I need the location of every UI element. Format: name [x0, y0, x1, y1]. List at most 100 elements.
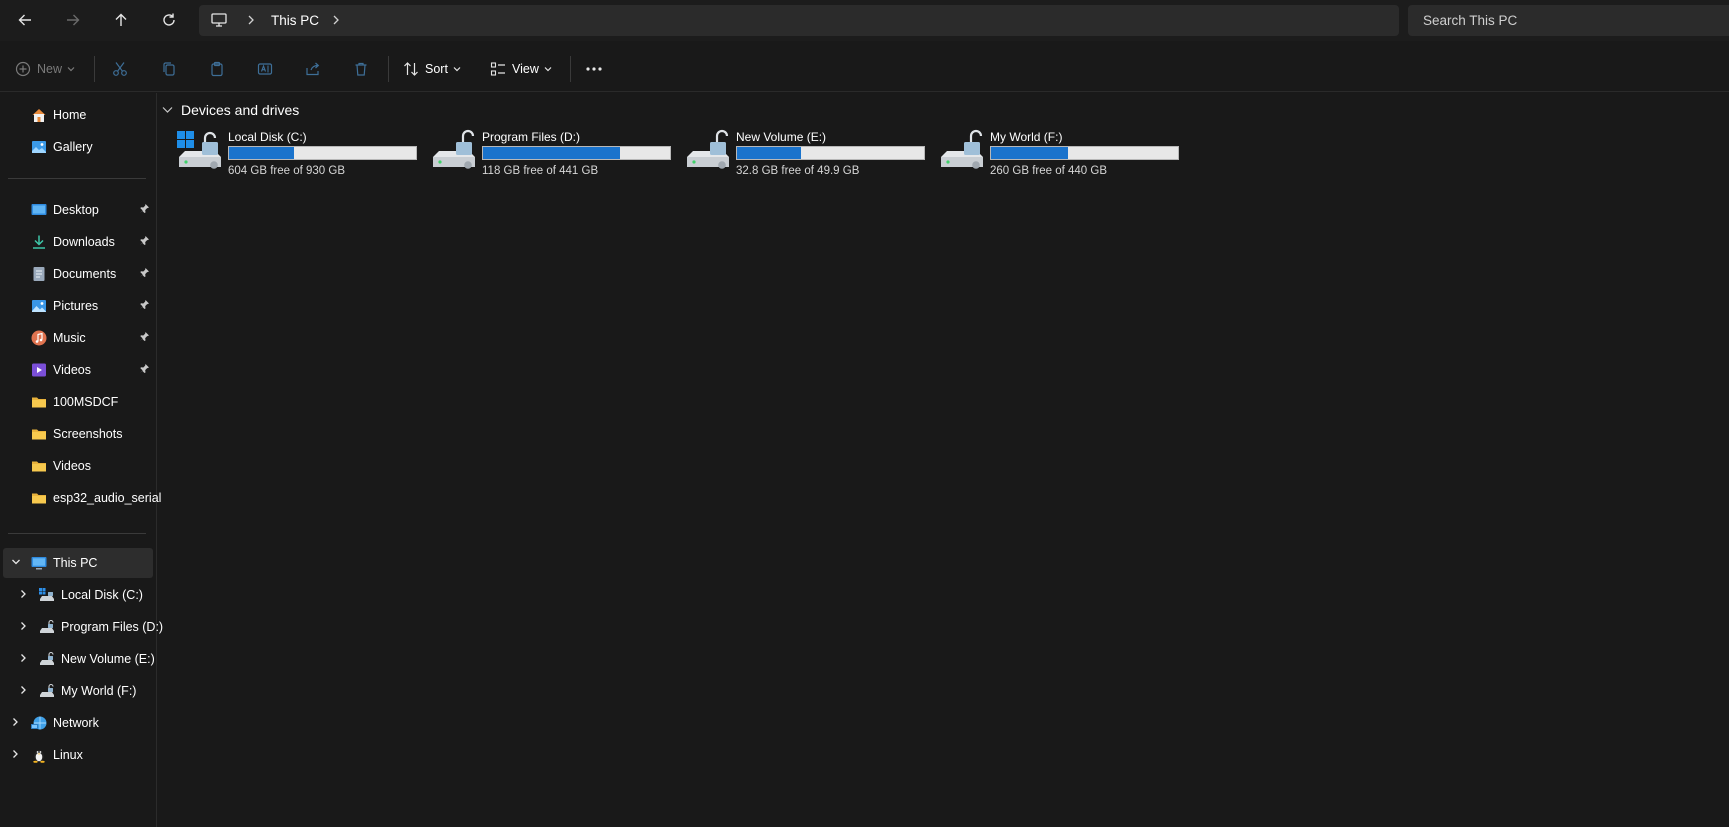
refresh-button[interactable] [154, 5, 184, 35]
sidebar-item-linux[interactable]: Linux [0, 740, 153, 770]
drive-tile-f[interactable]: My World (F:) 260 GB free of 440 GB [939, 127, 1189, 177]
chevron-down-icon[interactable] [11, 557, 21, 567]
drive-usage-bar [482, 146, 671, 160]
pin-icon[interactable] [139, 363, 150, 374]
sidebar-label: Documents [53, 267, 117, 281]
sidebar-label: Home [53, 108, 87, 122]
drive-usage-bar [990, 146, 1179, 160]
sidebar-item-desktop[interactable]: Desktop [0, 195, 153, 225]
sidebar-label: Network [53, 716, 99, 730]
sidebar-item-home[interactable]: Home [0, 100, 153, 130]
gallery-icon [32, 141, 46, 153]
chevron-right-icon [248, 15, 254, 25]
trash-icon [355, 62, 367, 76]
chevron-down-icon [162, 107, 173, 113]
drive-icon [40, 651, 54, 665]
locked-drive-icon [941, 129, 983, 169]
sidebar-label: This PC [53, 556, 98, 570]
section-header-devices[interactable]: Devices and drives [162, 102, 299, 118]
forward-button[interactable] [58, 5, 88, 35]
clipboard-icon [211, 61, 223, 77]
sort-label: Sort [425, 62, 448, 76]
sidebar-label: 100MSDCF [53, 395, 119, 409]
sidebar-item-folder[interactable]: 100MSDCF [0, 387, 153, 417]
rename-icon [257, 63, 273, 75]
arrow-right-icon [67, 14, 80, 26]
sidebar-label: Screenshots [53, 427, 123, 441]
drive-icon [40, 619, 54, 633]
chevron-right-icon[interactable] [332, 15, 340, 25]
sidebar-item-drive-c[interactable]: Local Disk (C:) [0, 580, 153, 610]
chevron-right-icon[interactable] [10, 717, 20, 727]
sidebar-label: Local Disk (C:) [61, 588, 143, 602]
sort-button[interactable]: Sort [403, 46, 461, 92]
chevron-right-icon[interactable] [10, 749, 20, 759]
download-icon [33, 235, 45, 249]
scissors-icon [113, 62, 127, 76]
drive-free-space: 604 GB free of 930 GB [228, 165, 345, 177]
sidebar-label: Downloads [53, 235, 115, 249]
drive-usage-fill [229, 147, 295, 159]
sidebar-item-documents[interactable]: Documents [0, 259, 153, 289]
paste-button[interactable] [209, 46, 225, 92]
sidebar-item-gallery[interactable]: Gallery [0, 132, 153, 162]
drive-name: My World (F:) [990, 130, 1063, 144]
chevron-right-icon[interactable] [18, 653, 28, 663]
toolbar-divider [570, 56, 571, 82]
section-title: Devices and drives [181, 102, 300, 118]
sidebar-item-downloads[interactable]: Downloads [0, 227, 153, 257]
new-button[interactable]: New [15, 46, 75, 92]
computer-icon [31, 557, 47, 570]
sidebar-divider [8, 533, 146, 534]
sidebar-item-folder[interactable]: Screenshots [0, 419, 153, 449]
sidebar-label: Desktop [53, 203, 99, 217]
drive-tile-c[interactable]: Local Disk (C:) 604 GB free of 930 GB [177, 127, 427, 177]
folder-icon [32, 397, 46, 408]
sidebar-item-videos[interactable]: Videos [0, 355, 153, 385]
search-placeholder: Search This PC [1423, 13, 1518, 28]
share-icon [306, 62, 320, 76]
copy-icon [163, 62, 175, 76]
chevron-right-icon[interactable] [18, 685, 28, 695]
sidebar-label: My World (F:) [61, 684, 137, 698]
cut-button[interactable] [112, 46, 128, 92]
address-bar[interactable]: This PC [199, 5, 1399, 36]
arrow-up-icon [115, 13, 127, 26]
drive-tile-e[interactable]: New Volume (E:) 32.8 GB free of 49.9 GB [685, 127, 935, 177]
sidebar-item-drive-e[interactable]: New Volume (E:) [0, 644, 155, 674]
delete-button[interactable] [353, 46, 369, 92]
copy-button[interactable] [161, 46, 177, 92]
sidebar-item-folder[interactable]: Videos [0, 451, 153, 481]
drive-usage-bar [228, 146, 417, 160]
sidebar-label: Program Files (D:) [61, 620, 164, 634]
sidebar-item-network[interactable]: Network [0, 708, 153, 738]
share-button[interactable] [305, 46, 321, 92]
pin-icon[interactable] [139, 331, 150, 342]
drive-usage-fill [991, 147, 1068, 159]
sidebar-item-pictures[interactable]: Pictures [0, 291, 153, 321]
home-icon [32, 109, 46, 122]
breadcrumb-this-pc[interactable]: This PC [271, 13, 319, 28]
drive-tile-d[interactable]: Program Files (D:) 118 GB free of 441 GB [431, 127, 681, 177]
pin-icon[interactable] [139, 267, 150, 278]
rename-button[interactable] [257, 46, 273, 92]
chevron-right-icon[interactable] [18, 621, 28, 631]
drive-usage-bar [736, 146, 925, 160]
chevron-right-icon[interactable] [18, 589, 28, 599]
pin-icon[interactable] [139, 203, 150, 214]
sidebar-item-this-pc[interactable]: This PC [3, 548, 153, 578]
new-label: New [37, 62, 63, 76]
drive-free-space: 32.8 GB free of 49.9 GB [736, 165, 860, 177]
sidebar-item-drive-f[interactable]: My World (F:) [0, 676, 153, 706]
up-button[interactable] [106, 5, 136, 35]
sidebar-item-folder[interactable]: esp32_audio_serial [0, 483, 161, 513]
more-options-button[interactable] [585, 46, 603, 92]
pin-icon[interactable] [139, 235, 150, 246]
pin-icon[interactable] [139, 299, 150, 310]
back-button[interactable] [10, 5, 40, 35]
view-button[interactable]: View [490, 46, 552, 92]
drive-usage-fill [483, 147, 620, 159]
search-input[interactable]: Search This PC [1408, 5, 1729, 36]
sidebar-item-drive-d[interactable]: Program Files (D:) [0, 612, 163, 642]
sidebar-item-music[interactable]: Music [0, 323, 153, 353]
